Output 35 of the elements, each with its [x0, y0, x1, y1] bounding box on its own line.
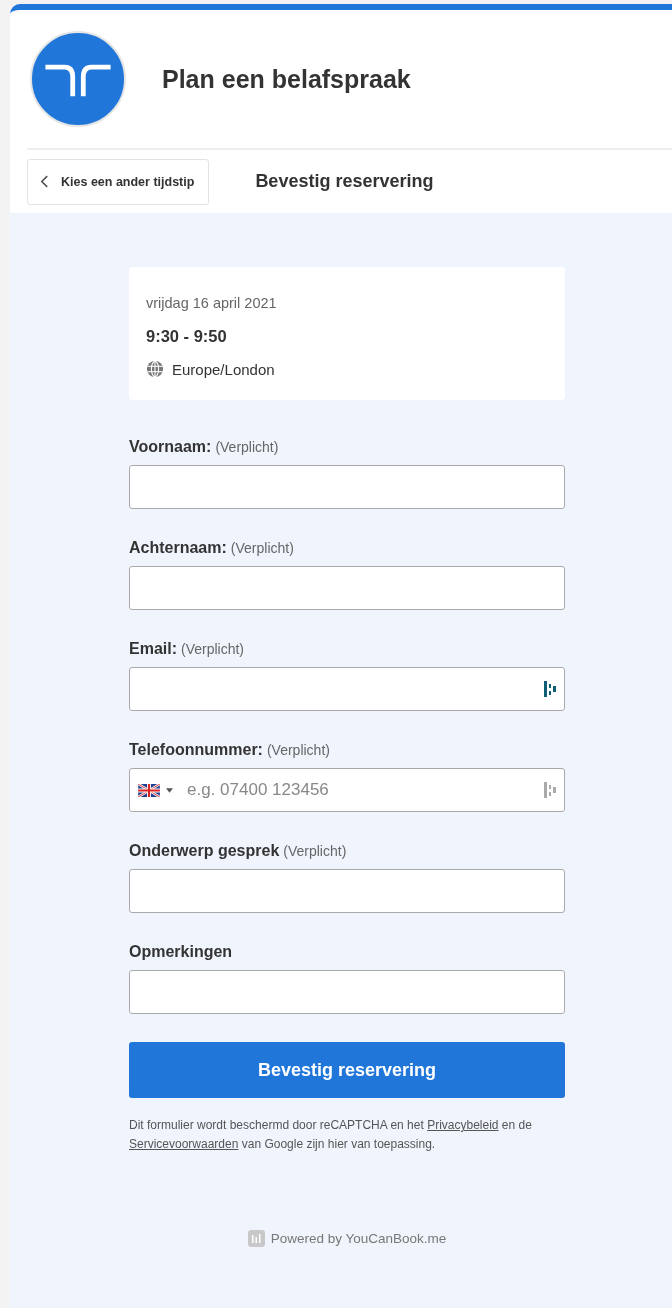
required-note: (Verplicht): [283, 843, 347, 859]
input-field[interactable]: [129, 970, 565, 1014]
field-label: Telefoonnummer:: [129, 741, 263, 759]
field-label: Onderwerp gesprek: [129, 842, 280, 860]
step-title: Bevestig reservering: [255, 171, 434, 192]
field-label: Email:: [129, 640, 177, 658]
required-note: (Verplicht): [266, 742, 330, 758]
page-title: Plan een belafspraak: [162, 64, 411, 94]
required-note: (Verplicht): [215, 439, 279, 455]
chevron-left-icon: [40, 174, 49, 189]
input-field[interactable]: [129, 465, 565, 509]
powered-by-text: Powered by YouCanBook.me: [270, 1231, 447, 1246]
confirm-button[interactable]: Bevestig reservering: [129, 1042, 565, 1098]
required-note: (Verplicht): [230, 540, 294, 556]
password-manager-icon[interactable]: [544, 681, 556, 697]
field-label: Opmerkingen: [129, 943, 233, 961]
phone-input[interactable]: e.g. 07400 123456: [185, 779, 536, 801]
field-label: Achternaam:: [129, 539, 227, 557]
booking-time: 9:30 - 9:50: [146, 327, 228, 346]
globe-icon: [146, 360, 164, 378]
input-field[interactable]: [129, 566, 565, 610]
back-button[interactable]: Kies een ander tijdstip: [27, 158, 210, 205]
field-label: Voornaam:: [129, 438, 212, 456]
required-note: (Verplicht): [181, 641, 245, 657]
input-field[interactable]: [129, 667, 565, 711]
flag-icon: [138, 783, 160, 797]
policy-link[interactable]: Servicevoorwaarden: [129, 1137, 239, 1151]
booking-date: vrijdag 16 april 2021: [146, 295, 278, 311]
calendar-logo-icon: [247, 1230, 265, 1247]
caret-icon: [166, 787, 173, 793]
policy-link[interactable]: Privacybeleid: [427, 1118, 499, 1132]
input-field[interactable]: [129, 869, 565, 913]
timezone: Europe/London: [172, 360, 275, 378]
input-field[interactable]: e.g. 07400 123456: [129, 768, 565, 812]
recaptcha-notice: Dit formulier wordt beschermd door reCAPTCHA en het Privacybeleid en de Servicevoorwaarden van Google zijn hier van toepassing.: [129, 1117, 533, 1153]
